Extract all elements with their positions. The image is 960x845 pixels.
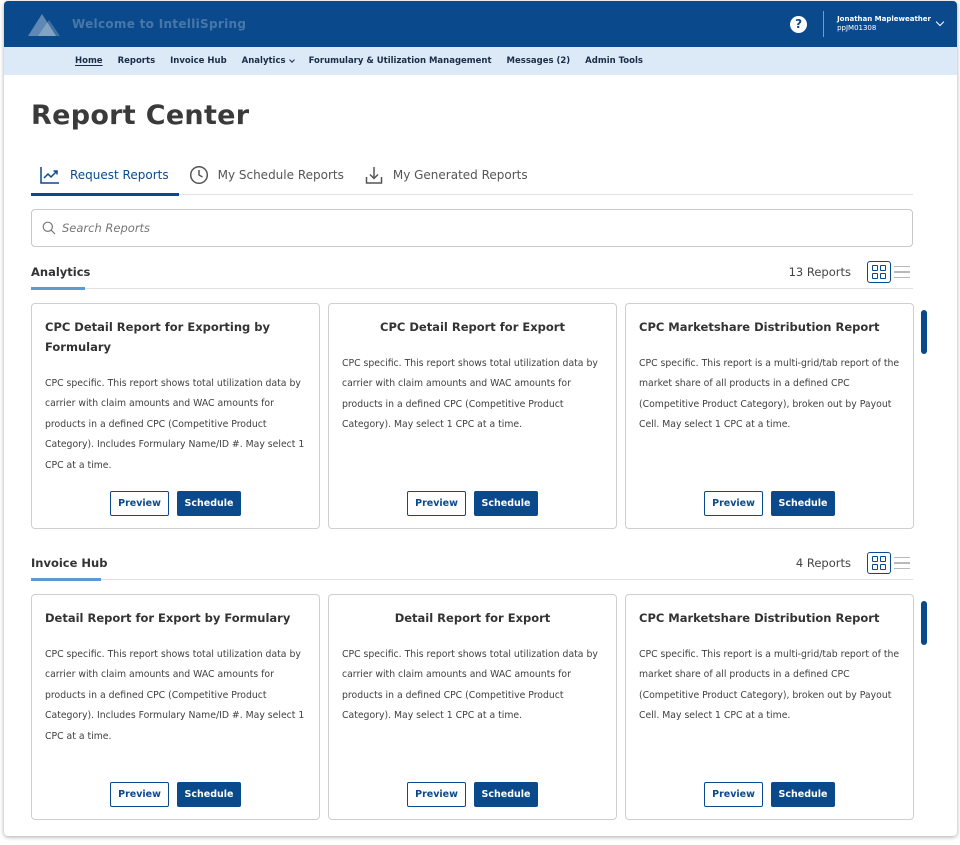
card-description: CPC specific. This report shows total ut…	[342, 358, 598, 431]
report-card: CPC Detail Report for Export CPC specifi…	[328, 303, 617, 529]
report-card: CPC Marketshare Distribution Report CPC …	[625, 303, 914, 529]
section-analytics-header: Analytics 13 Reports	[31, 261, 913, 290]
chevron-down-icon	[288, 56, 295, 63]
card-title: CPC Detail Report for Exporting by Formu…	[45, 320, 271, 354]
section-title: Invoice Hub	[31, 556, 108, 570]
schedule-button[interactable]: Schedule	[771, 491, 835, 516]
preview-button[interactable]: Preview	[704, 782, 763, 807]
preview-button[interactable]: Preview	[110, 782, 169, 807]
nav-analytics-label: Analytics	[241, 56, 286, 66]
nav-messages[interactable]: Messages (2)	[507, 56, 571, 66]
nav-invoice-hub[interactable]: Invoice Hub	[170, 56, 227, 66]
report-card: Detail Report for Export CPC specific. T…	[328, 594, 617, 820]
clock-icon	[189, 165, 208, 185]
schedule-button[interactable]: Schedule	[474, 782, 538, 807]
card-description: CPC specific. This report shows total ut…	[342, 649, 598, 722]
card-title: CPC Detail Report for Export	[380, 320, 565, 334]
app-window: Welcome to IntelliSpring ? Jonathan Mapl…	[4, 1, 957, 836]
section-underline	[31, 287, 85, 290]
report-tabs: Request Reports My Schedule Reports My G…	[31, 155, 913, 196]
carousel-scroll-thumb[interactable]	[921, 310, 927, 354]
card-description: CPC specific. This report shows total ut…	[45, 378, 305, 471]
tab-my-schedule-reports-label: My Schedule Reports	[217, 168, 344, 182]
section-underline	[31, 578, 101, 581]
main-nav: Home Reports Invoice Hub Analytics Forum…	[4, 47, 957, 75]
nav-reports[interactable]: Reports	[118, 56, 156, 66]
card-description: CPC specific. This report shows total ut…	[45, 649, 305, 742]
nav-home[interactable]: Home	[75, 56, 103, 66]
preview-button[interactable]: Preview	[110, 491, 169, 516]
tab-my-generated-reports[interactable]: My Generated Reports	[356, 155, 538, 195]
tab-my-generated-reports-label: My Generated Reports	[392, 168, 528, 182]
user-name: Jonathan Mapleweather	[837, 15, 931, 23]
card-title: CPC Marketshare Distribution Report	[639, 320, 880, 334]
grid-view-icon[interactable]	[867, 552, 891, 574]
schedule-button[interactable]: Schedule	[771, 782, 835, 807]
card-description: CPC specific. This report is a multi-gri…	[639, 649, 900, 722]
preview-button[interactable]: Preview	[704, 491, 763, 516]
welcome-text: Welcome to IntelliSpring	[72, 17, 247, 31]
carousel-scroll-thumb[interactable]	[921, 601, 927, 645]
search-input[interactable]	[62, 221, 862, 235]
list-view-icon[interactable]	[891, 552, 913, 574]
chart-trend-icon	[40, 167, 59, 184]
report-card: CPC Marketshare Distribution Report CPC …	[625, 594, 914, 820]
download-icon	[365, 167, 383, 184]
user-menu[interactable]: Jonathan Mapleweather ppJM01308	[837, 15, 931, 33]
logo-icon[interactable]	[28, 12, 62, 36]
card-title: Detail Report for Export by Formulary	[45, 611, 291, 625]
tab-my-schedule-reports[interactable]: My Schedule Reports	[181, 155, 354, 195]
schedule-button[interactable]: Schedule	[177, 782, 241, 807]
help-icon[interactable]: ?	[790, 15, 808, 33]
nav-analytics[interactable]: Analytics	[241, 56, 295, 66]
nav-admin-tools[interactable]: Admin Tools	[585, 56, 643, 66]
card-description: CPC specific. This report is a multi-gri…	[639, 358, 900, 431]
preview-button[interactable]: Preview	[407, 491, 466, 516]
search-box	[31, 209, 913, 247]
schedule-button[interactable]: Schedule	[474, 491, 538, 516]
header-divider	[823, 11, 825, 37]
page-title: Report Center	[31, 100, 250, 131]
report-card: Detail Report for Export by Formulary CP…	[31, 594, 320, 820]
analytics-cards: CPC Detail Report for Exporting by Formu…	[31, 303, 915, 529]
user-id: ppJM01308	[837, 24, 877, 32]
report-count: 4 Reports	[795, 556, 851, 570]
preview-button[interactable]: Preview	[407, 782, 466, 807]
grid-view-icon[interactable]	[867, 261, 891, 283]
card-title: CPC Marketshare Distribution Report	[639, 611, 880, 625]
list-view-icon[interactable]	[891, 261, 913, 283]
section-title: Analytics	[31, 265, 91, 279]
top-header: Welcome to IntelliSpring ? Jonathan Mapl…	[4, 1, 957, 47]
invoice-hub-cards: Detail Report for Export by Formulary CP…	[31, 594, 915, 820]
chevron-down-icon[interactable]	[935, 17, 945, 27]
schedule-button[interactable]: Schedule	[177, 491, 241, 516]
search-icon	[42, 221, 56, 235]
nav-formulary[interactable]: Forumulary & Utilization Management	[309, 56, 492, 66]
report-count: 13 Reports	[788, 265, 851, 279]
tab-request-reports[interactable]: Request Reports	[31, 155, 179, 196]
report-card: CPC Detail Report for Exporting by Formu…	[31, 303, 320, 529]
section-invoice-hub-header: Invoice Hub 4 Reports	[31, 552, 913, 581]
card-title: Detail Report for Export	[394, 611, 551, 625]
tab-request-reports-label: Request Reports	[70, 168, 169, 182]
